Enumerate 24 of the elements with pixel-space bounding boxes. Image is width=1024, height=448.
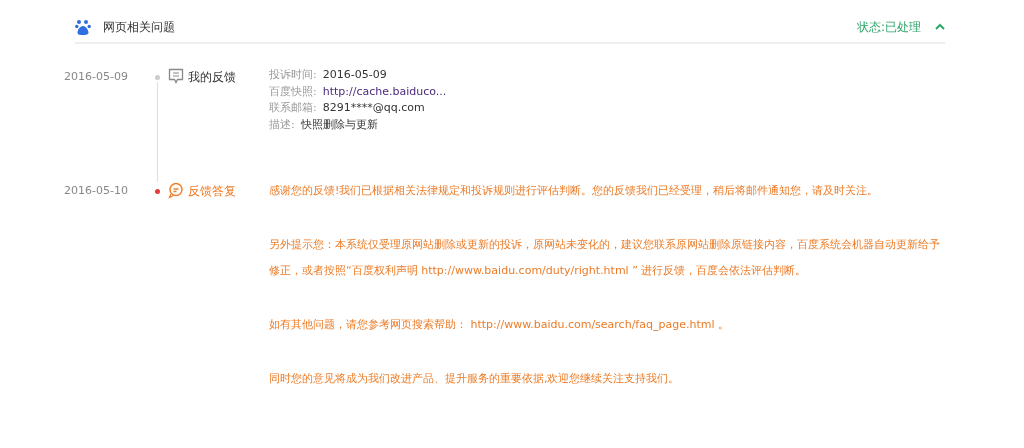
timeline-dot — [154, 189, 160, 194]
message-icon — [168, 68, 184, 85]
chat-bubbles-icon — [168, 182, 185, 199]
status-label: 状态:已处理 — [856, 18, 921, 36]
reply-paragraph: 另外提示您：本系统仅受理原网站删除或更新的投诉，原网站未变化的，建议您联系原网站删除原链接内容，百度系统会机器自动更新给予修正，或者按照“百度权利声明 http://www.baidu.com/duty/right.html ” 进行反馈，百度会依法评估判断。 — [269, 237, 941, 279]
field-label: 联系邮箱: — [269, 101, 317, 114]
field-label: 描述: — [269, 117, 295, 131]
date-label: 2016-05-09 — [64, 69, 129, 85]
reply-paragraph: 感谢您的反馈!我们已根据相关法律规定和投诉规则进行评估判断。您的反馈我们已经受理，稍后将邮件通知您，请及时关注。 — [269, 183, 880, 199]
date-label: 2016-05-10 — [64, 183, 129, 199]
paw-icon — [75, 18, 91, 36]
reply-paragraph: 同时您的意见将成为我们改进产品、提升服务的重要依据,欢迎您继续关注支持我们。 — [269, 371, 681, 387]
field-label: 百度快照: — [269, 84, 317, 98]
entry-title: 我的反馈 — [188, 69, 237, 86]
field-value: 2016-05-09 — [322, 68, 387, 81]
entry-title: 反馈答复 — [188, 183, 237, 200]
timeline-dot — [154, 75, 160, 80]
section-title: 网页相关问题 — [103, 18, 176, 36]
field-value: 8291****@qq.com — [322, 101, 425, 114]
snapshot-link[interactable]: http://cache.baiduco... — [322, 84, 447, 98]
reply-paragraph: 如有其他问题，请您参考网页搜索帮助： http://www.baidu.com/search/faq_page.html 。 — [269, 317, 730, 333]
field-label: 投诉时间: — [269, 68, 317, 81]
field-value: 快照删除与更新 — [300, 117, 378, 131]
caret-icon[interactable] — [935, 23, 945, 31]
